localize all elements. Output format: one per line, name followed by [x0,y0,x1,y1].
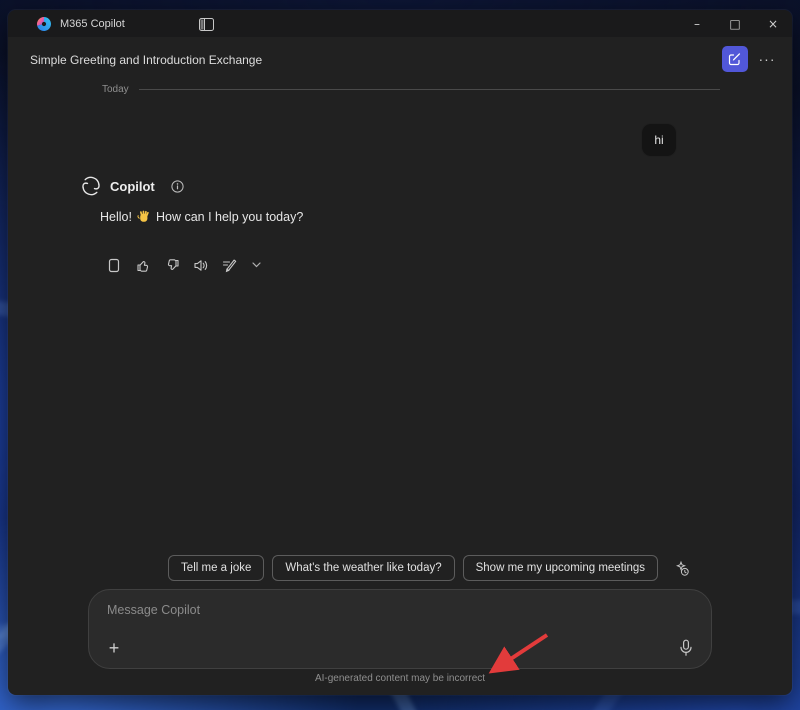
assistant-message: Hello! How can I help you today? [100,210,303,224]
new-chat-button[interactable] [722,46,748,72]
date-divider-label: Today [102,84,129,95]
m365-copilot-window: M365 Copilot – □ × Simple Greeting and I… [8,10,792,695]
minimize-button[interactable]: – [678,10,716,37]
copy-icon [108,258,121,273]
thumbs-up-icon [136,258,151,273]
thumbs-up-button[interactable] [133,255,153,275]
copy-button[interactable] [104,255,124,275]
speaker-icon [193,258,209,273]
prompt-library-button[interactable] [670,557,692,579]
chevron-down-icon [252,262,261,268]
microphone-button[interactable] [675,637,697,659]
assistant-message-greeting: Hello! [100,210,132,224]
maximize-button[interactable]: □ [716,10,754,37]
info-icon[interactable] [171,180,184,193]
ai-disclaimer: AI-generated content may be incorrect [8,673,792,684]
user-message-bubble: hi [641,123,677,157]
microphone-icon [679,639,693,657]
more-actions-chevron-button[interactable] [249,255,263,275]
suggestion-chip-meetings[interactable]: Show me my upcoming meetings [463,555,658,581]
sidebar-toggle-icon [199,18,214,31]
message-actions-row [104,255,263,275]
window-controls: – □ × [678,10,792,37]
app-title: M365 Copilot [60,18,125,30]
user-message-text: hi [654,133,663,147]
suggestions-row: Tell me a joke What's the weather like t… [168,555,692,581]
read-aloud-button[interactable] [191,255,211,275]
suggestion-chip-joke[interactable]: Tell me a joke [168,555,264,581]
date-divider-line [139,89,720,90]
message-composer[interactable]: Message Copilot + [88,589,712,669]
copilot-app-icon [36,16,52,32]
chat-header: Simple Greeting and Introduction Exchang… [8,37,792,81]
titlebar: M365 Copilot – □ × [8,10,792,37]
prompt-library-icon [673,560,690,577]
compose-icon [728,52,742,66]
add-content-button[interactable]: + [103,637,125,659]
assistant-header-row: Copilot [80,175,184,197]
thumbs-down-icon [165,258,180,273]
waving-hand-emoji [137,210,151,224]
suggestion-chip-weather[interactable]: What's the weather like today? [272,555,454,581]
rewrite-style-button[interactable] [220,255,240,275]
composer-placeholder: Message Copilot [107,603,200,617]
date-divider: Today [102,83,720,95]
thumbs-down-button[interactable] [162,255,182,275]
more-options-button[interactable]: ··· [754,46,780,72]
assistant-message-question: How can I help you today? [156,210,303,224]
conversation-title: Simple Greeting and Introduction Exchang… [30,53,262,67]
close-button[interactable]: × [754,10,792,37]
assistant-name: Copilot [110,179,155,194]
copilot-avatar-icon [80,175,102,197]
sidebar-toggle-button[interactable] [194,15,218,33]
pen-style-icon [222,258,238,273]
